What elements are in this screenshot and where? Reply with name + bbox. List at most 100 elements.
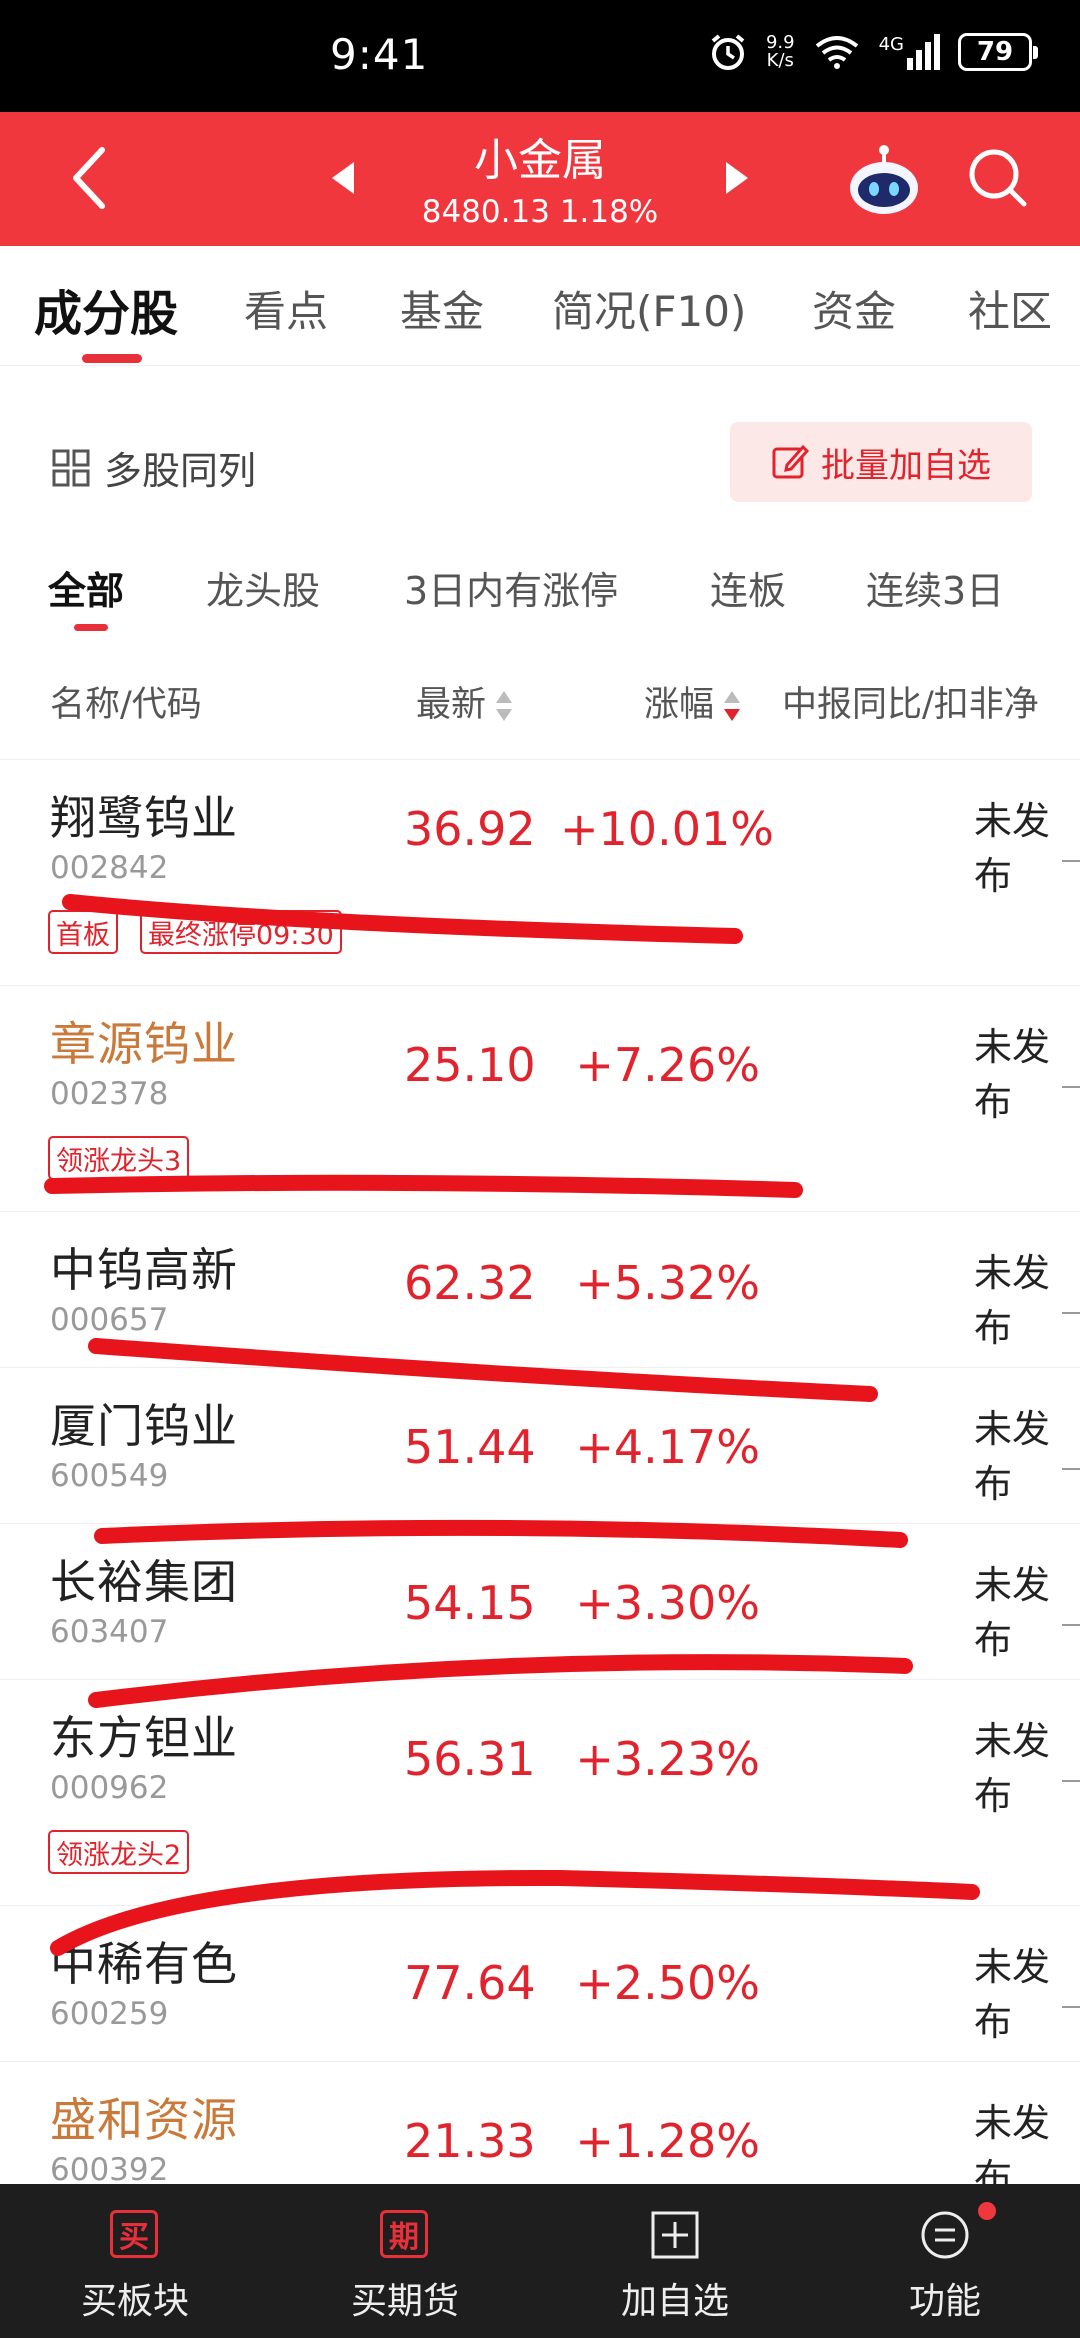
stock-code: 600549 bbox=[50, 1458, 169, 1494]
stock-price: 62.32 bbox=[404, 1256, 536, 1310]
stock-code: 002842 bbox=[50, 850, 169, 886]
filter-tabs: 全部 龙头股 3日内有涨停 连板 连续3日 bbox=[0, 552, 1080, 632]
cell-signal-icon: 4G bbox=[879, 34, 940, 70]
filter-consecutive[interactable]: 连板 bbox=[710, 560, 786, 615]
nav-functions[interactable]: 功能 bbox=[810, 2184, 1080, 2338]
plus-square-icon bbox=[651, 2211, 699, 2259]
col-name-code: 名称/代码 bbox=[50, 685, 202, 725]
stock-code: 603407 bbox=[50, 1614, 169, 1650]
filter-all[interactable]: 全部 bbox=[48, 560, 124, 615]
stock-name: 东方钽业 bbox=[50, 1711, 238, 1765]
col-report[interactable]: 中报同比/扣非净 bbox=[782, 676, 1039, 727]
report-status: 未发布 bbox=[974, 799, 1051, 898]
table-row[interactable]: 中钨高新 000657 62.32 +5.32% 未发布 bbox=[0, 1212, 1080, 1368]
stock-change: +7.26% bbox=[575, 1038, 760, 1092]
active-tab-indicator bbox=[82, 354, 142, 363]
multi-stock-label: 多股同列 bbox=[104, 449, 257, 493]
main-tabs: 成分股 看点 基金 简况(F10) 资金 社区 bbox=[0, 246, 1080, 366]
report-status: 未发布 bbox=[974, 1945, 1051, 2044]
nav-buy-futures[interactable]: 期 买期货 bbox=[270, 2184, 540, 2338]
table-row[interactable]: 盛和资源 600392 21.33 +1.28% 未发布 bbox=[0, 2062, 1080, 2184]
active-filter-indicator bbox=[74, 624, 108, 631]
stock-code: 002378 bbox=[50, 1076, 169, 1112]
stock-name: 翔鹭钨业 bbox=[50, 791, 238, 845]
nav-add-watchlist[interactable]: 加自选 bbox=[540, 2184, 810, 2338]
column-header: 名称/代码 最新 涨幅 中报同比/扣非净 bbox=[0, 664, 1080, 760]
net-speed: 9.9 K/s bbox=[765, 32, 795, 71]
stock-price: 25.10 bbox=[404, 1038, 536, 1092]
stock-code: 600259 bbox=[50, 1996, 169, 2032]
stock-price: 54.15 bbox=[404, 1576, 536, 1630]
nav-buy-sector[interactable]: 买 买板块 bbox=[0, 2184, 270, 2338]
report-status: 未发布 bbox=[974, 1407, 1051, 1506]
table-row[interactable]: 翔鹭钨业 002842 36.92 +10.01% 未发布 首板 最终涨停09:… bbox=[0, 760, 1080, 986]
tab-capital[interactable]: 资金 bbox=[812, 278, 896, 339]
grid-icon bbox=[52, 449, 90, 486]
filter-limit-up-3d[interactable]: 3日内有涨停 bbox=[404, 560, 618, 615]
stock-name: 章源钨业 bbox=[50, 1017, 238, 1071]
stock-tag: 首板 bbox=[48, 910, 118, 954]
futures-icon: 期 bbox=[380, 2210, 428, 2258]
filter-leaders[interactable]: 龙头股 bbox=[206, 560, 320, 615]
col-latest[interactable]: 最新 bbox=[416, 676, 514, 727]
stock-code: 600392 bbox=[50, 2152, 169, 2184]
filter-3-days[interactable]: 连续3日 bbox=[866, 560, 1004, 615]
batch-add-watchlist-button[interactable]: 批量加自选 bbox=[730, 422, 1032, 502]
multi-stock-view-button[interactable]: 多股同列 bbox=[52, 440, 256, 495]
tab-community[interactable]: 社区 bbox=[968, 278, 1052, 339]
stock-name: 盛和资源 bbox=[50, 2093, 238, 2147]
tab-highlights[interactable]: 看点 bbox=[244, 278, 328, 339]
tab-constituents[interactable]: 成分股 bbox=[34, 274, 178, 344]
report-status: 未发布 bbox=[974, 1025, 1051, 1124]
next-sector-icon[interactable] bbox=[724, 160, 750, 196]
table-row[interactable]: 厦门钨业 600549 51.44 +4.17% 未发布 bbox=[0, 1368, 1080, 1524]
bottom-nav: 买 买板块 期 买期货 加自选 功能 bbox=[0, 2184, 1080, 2338]
stock-tag: 领涨龙头2 bbox=[48, 1830, 190, 1874]
stock-price: 56.31 bbox=[404, 1732, 536, 1786]
wifi-icon bbox=[815, 36, 858, 69]
stock-change: +5.32% bbox=[575, 1256, 760, 1310]
stock-code: 000962 bbox=[50, 1770, 169, 1806]
stock-tag: 最终涨停09:30 bbox=[140, 910, 342, 954]
tab-funds[interactable]: 基金 bbox=[400, 278, 484, 339]
stock-change: +3.23% bbox=[575, 1732, 760, 1786]
status-time: 9:41 bbox=[330, 30, 429, 79]
stock-change: +10.01% bbox=[560, 802, 774, 856]
table-row[interactable]: 中稀有色 600259 77.64 +2.50% 未发布 bbox=[0, 1906, 1080, 2062]
table-row[interactable]: 东方钽业 000962 56.31 +3.23% 未发布 领涨龙头2 bbox=[0, 1680, 1080, 1906]
stock-change: +1.28% bbox=[575, 2114, 760, 2168]
search-icon[interactable] bbox=[966, 146, 1030, 210]
report-status: 未发布 bbox=[974, 1719, 1051, 1818]
batch-add-label: 批量加自选 bbox=[821, 445, 991, 486]
battery-icon: 79 bbox=[958, 33, 1038, 71]
status-bar: 9:41 9.9 K/s 4G 79 bbox=[0, 0, 1080, 112]
stock-price: 77.64 bbox=[404, 1956, 536, 2010]
stock-tag: 领涨龙头3 bbox=[48, 1136, 190, 1180]
notification-dot bbox=[978, 2202, 996, 2220]
stock-name: 中稀有色 bbox=[50, 1937, 238, 1991]
stock-change: +4.17% bbox=[575, 1420, 760, 1474]
app-header: 小金属 8480.13 1.18% bbox=[0, 112, 1080, 246]
robot-assistant-icon[interactable] bbox=[846, 142, 922, 218]
report-status: 未发布 bbox=[974, 1563, 1051, 1662]
table-row[interactable]: 章源钨业 002378 25.10 +7.26% 未发布 领涨龙头3 bbox=[0, 986, 1080, 1212]
stock-name: 长裕集团 bbox=[50, 1555, 238, 1609]
sort-desc-icon bbox=[724, 691, 741, 721]
edit-icon bbox=[772, 444, 809, 479]
table-row[interactable]: 长裕集团 603407 54.15 +3.30% 未发布 bbox=[0, 1524, 1080, 1680]
menu-circle-icon bbox=[921, 2211, 969, 2259]
sort-icon bbox=[496, 691, 513, 721]
stock-change: +3.30% bbox=[575, 1576, 760, 1630]
report-status: 未发布 bbox=[974, 2101, 1051, 2184]
stock-price: 21.33 bbox=[404, 2114, 536, 2168]
col-change[interactable]: 涨幅 bbox=[644, 676, 742, 727]
stock-change: +2.50% bbox=[575, 1956, 760, 2010]
alarm-icon bbox=[711, 34, 745, 70]
buy-icon: 买 bbox=[110, 2210, 158, 2258]
stock-price: 51.44 bbox=[404, 1420, 536, 1474]
report-status: 未发布 bbox=[974, 1251, 1051, 1350]
tab-profile-f10[interactable]: 简况(F10) bbox=[552, 278, 746, 339]
stock-price: 36.92 bbox=[404, 802, 536, 856]
stock-name: 厦门钨业 bbox=[50, 1399, 238, 1453]
stock-name: 中钨高新 bbox=[50, 1243, 238, 1297]
